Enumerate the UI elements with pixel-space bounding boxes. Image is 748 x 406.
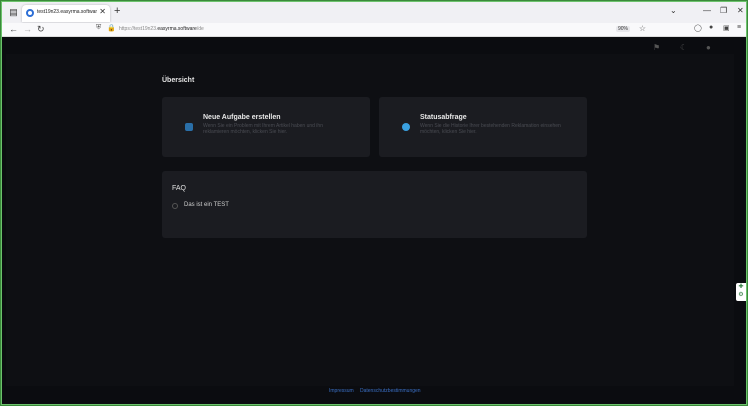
account-icon[interactable]: ● bbox=[709, 24, 713, 31]
pocket-icon[interactable]: ◯ bbox=[694, 24, 702, 32]
tab-title: test19n23.easyrma.software/de bbox=[37, 9, 97, 15]
url-text[interactable]: https://test19n23.easyrma.software/de bbox=[119, 26, 204, 32]
minimize-icon[interactable]: — bbox=[703, 6, 711, 15]
tab-strip: ▤ test19n23.easyrma.software/de ✕ + ⌄ — … bbox=[2, 2, 746, 23]
reload-icon[interactable]: ↻ bbox=[37, 24, 45, 35]
footer-link-impressum[interactable]: Impressum bbox=[329, 388, 354, 394]
tab-overflow-icon[interactable]: ⌄ bbox=[670, 6, 677, 15]
shield-icon[interactable]: ⛨ bbox=[96, 24, 101, 32]
close-window-icon[interactable]: ✕ bbox=[737, 6, 744, 15]
active-tab[interactable]: test19n23.easyrma.software/de ✕ bbox=[22, 5, 110, 22]
moon-icon[interactable]: ☾ bbox=[680, 43, 687, 52]
browser-window: ▤ test19n23.easyrma.software/de ✕ + ⌄ — … bbox=[1, 1, 747, 405]
card-new-task[interactable]: Neue Aufgabe erstellen Wenn Sie ein Prob… bbox=[162, 97, 370, 157]
globe-icon bbox=[402, 123, 410, 131]
plus-icon bbox=[185, 123, 193, 131]
navigation-bar: ← → ↻ ⛨ 🔒 https://test19n23.easyrma.soft… bbox=[2, 23, 746, 37]
page-content: ⚑ ☾ ● Übersicht Neue Aufgabe erstellen W… bbox=[2, 37, 746, 404]
new-tab-button[interactable]: + bbox=[114, 5, 120, 17]
faq-item[interactable]: Das ist ein TEST bbox=[184, 202, 229, 208]
faq-panel: FAQ Das ist ein TEST bbox=[162, 171, 587, 238]
side-widget[interactable]: ✚ ⚙ bbox=[736, 283, 746, 301]
site-favicon-icon bbox=[26, 9, 34, 17]
lock-icon[interactable]: 🔒 bbox=[107, 24, 116, 32]
restore-icon[interactable]: ❐ bbox=[720, 6, 727, 15]
flag-icon[interactable]: ⚑ bbox=[653, 43, 660, 52]
footer-link-datenschutz[interactable]: Datenschutzbestimmungen bbox=[360, 388, 421, 394]
card-status-title: Statusabfrage bbox=[420, 114, 467, 121]
faq-title: FAQ bbox=[172, 185, 187, 192]
zoom-level[interactable]: 90% bbox=[615, 26, 630, 32]
tab-close-icon[interactable]: ✕ bbox=[99, 7, 106, 16]
extensions-icon[interactable]: ▣ bbox=[723, 24, 730, 32]
main-panel: Übersicht Neue Aufgabe erstellen Wenn Si… bbox=[6, 54, 734, 386]
add-icon[interactable]: ✚ bbox=[736, 283, 746, 291]
page-title: Übersicht bbox=[162, 77, 195, 84]
card-new-task-description: Wenn Sie ein Problem mit Ihrem Artikel h… bbox=[203, 123, 323, 135]
settings-icon[interactable]: ⚙ bbox=[736, 291, 746, 299]
card-status-description: Wenn Sie die Historie Ihrer bestehenden … bbox=[420, 123, 561, 135]
faq-radio-icon[interactable] bbox=[172, 203, 178, 209]
bookmark-star-icon[interactable]: ☆ bbox=[639, 24, 646, 33]
address-bar[interactable]: ⛨ 🔒 https://test19n23.easyrma.software/d… bbox=[92, 24, 652, 36]
card-new-task-title: Neue Aufgabe erstellen bbox=[203, 114, 281, 121]
forward-icon[interactable]: → bbox=[23, 24, 32, 34]
card-status[interactable]: Statusabfrage Wenn Sie die Historie Ihre… bbox=[379, 97, 587, 157]
menu-icon[interactable]: ≡ bbox=[737, 24, 741, 31]
user-icon[interactable]: ● bbox=[706, 43, 711, 52]
tab-list-icon[interactable]: ▤ bbox=[7, 6, 20, 19]
back-icon[interactable]: ← bbox=[9, 24, 18, 34]
